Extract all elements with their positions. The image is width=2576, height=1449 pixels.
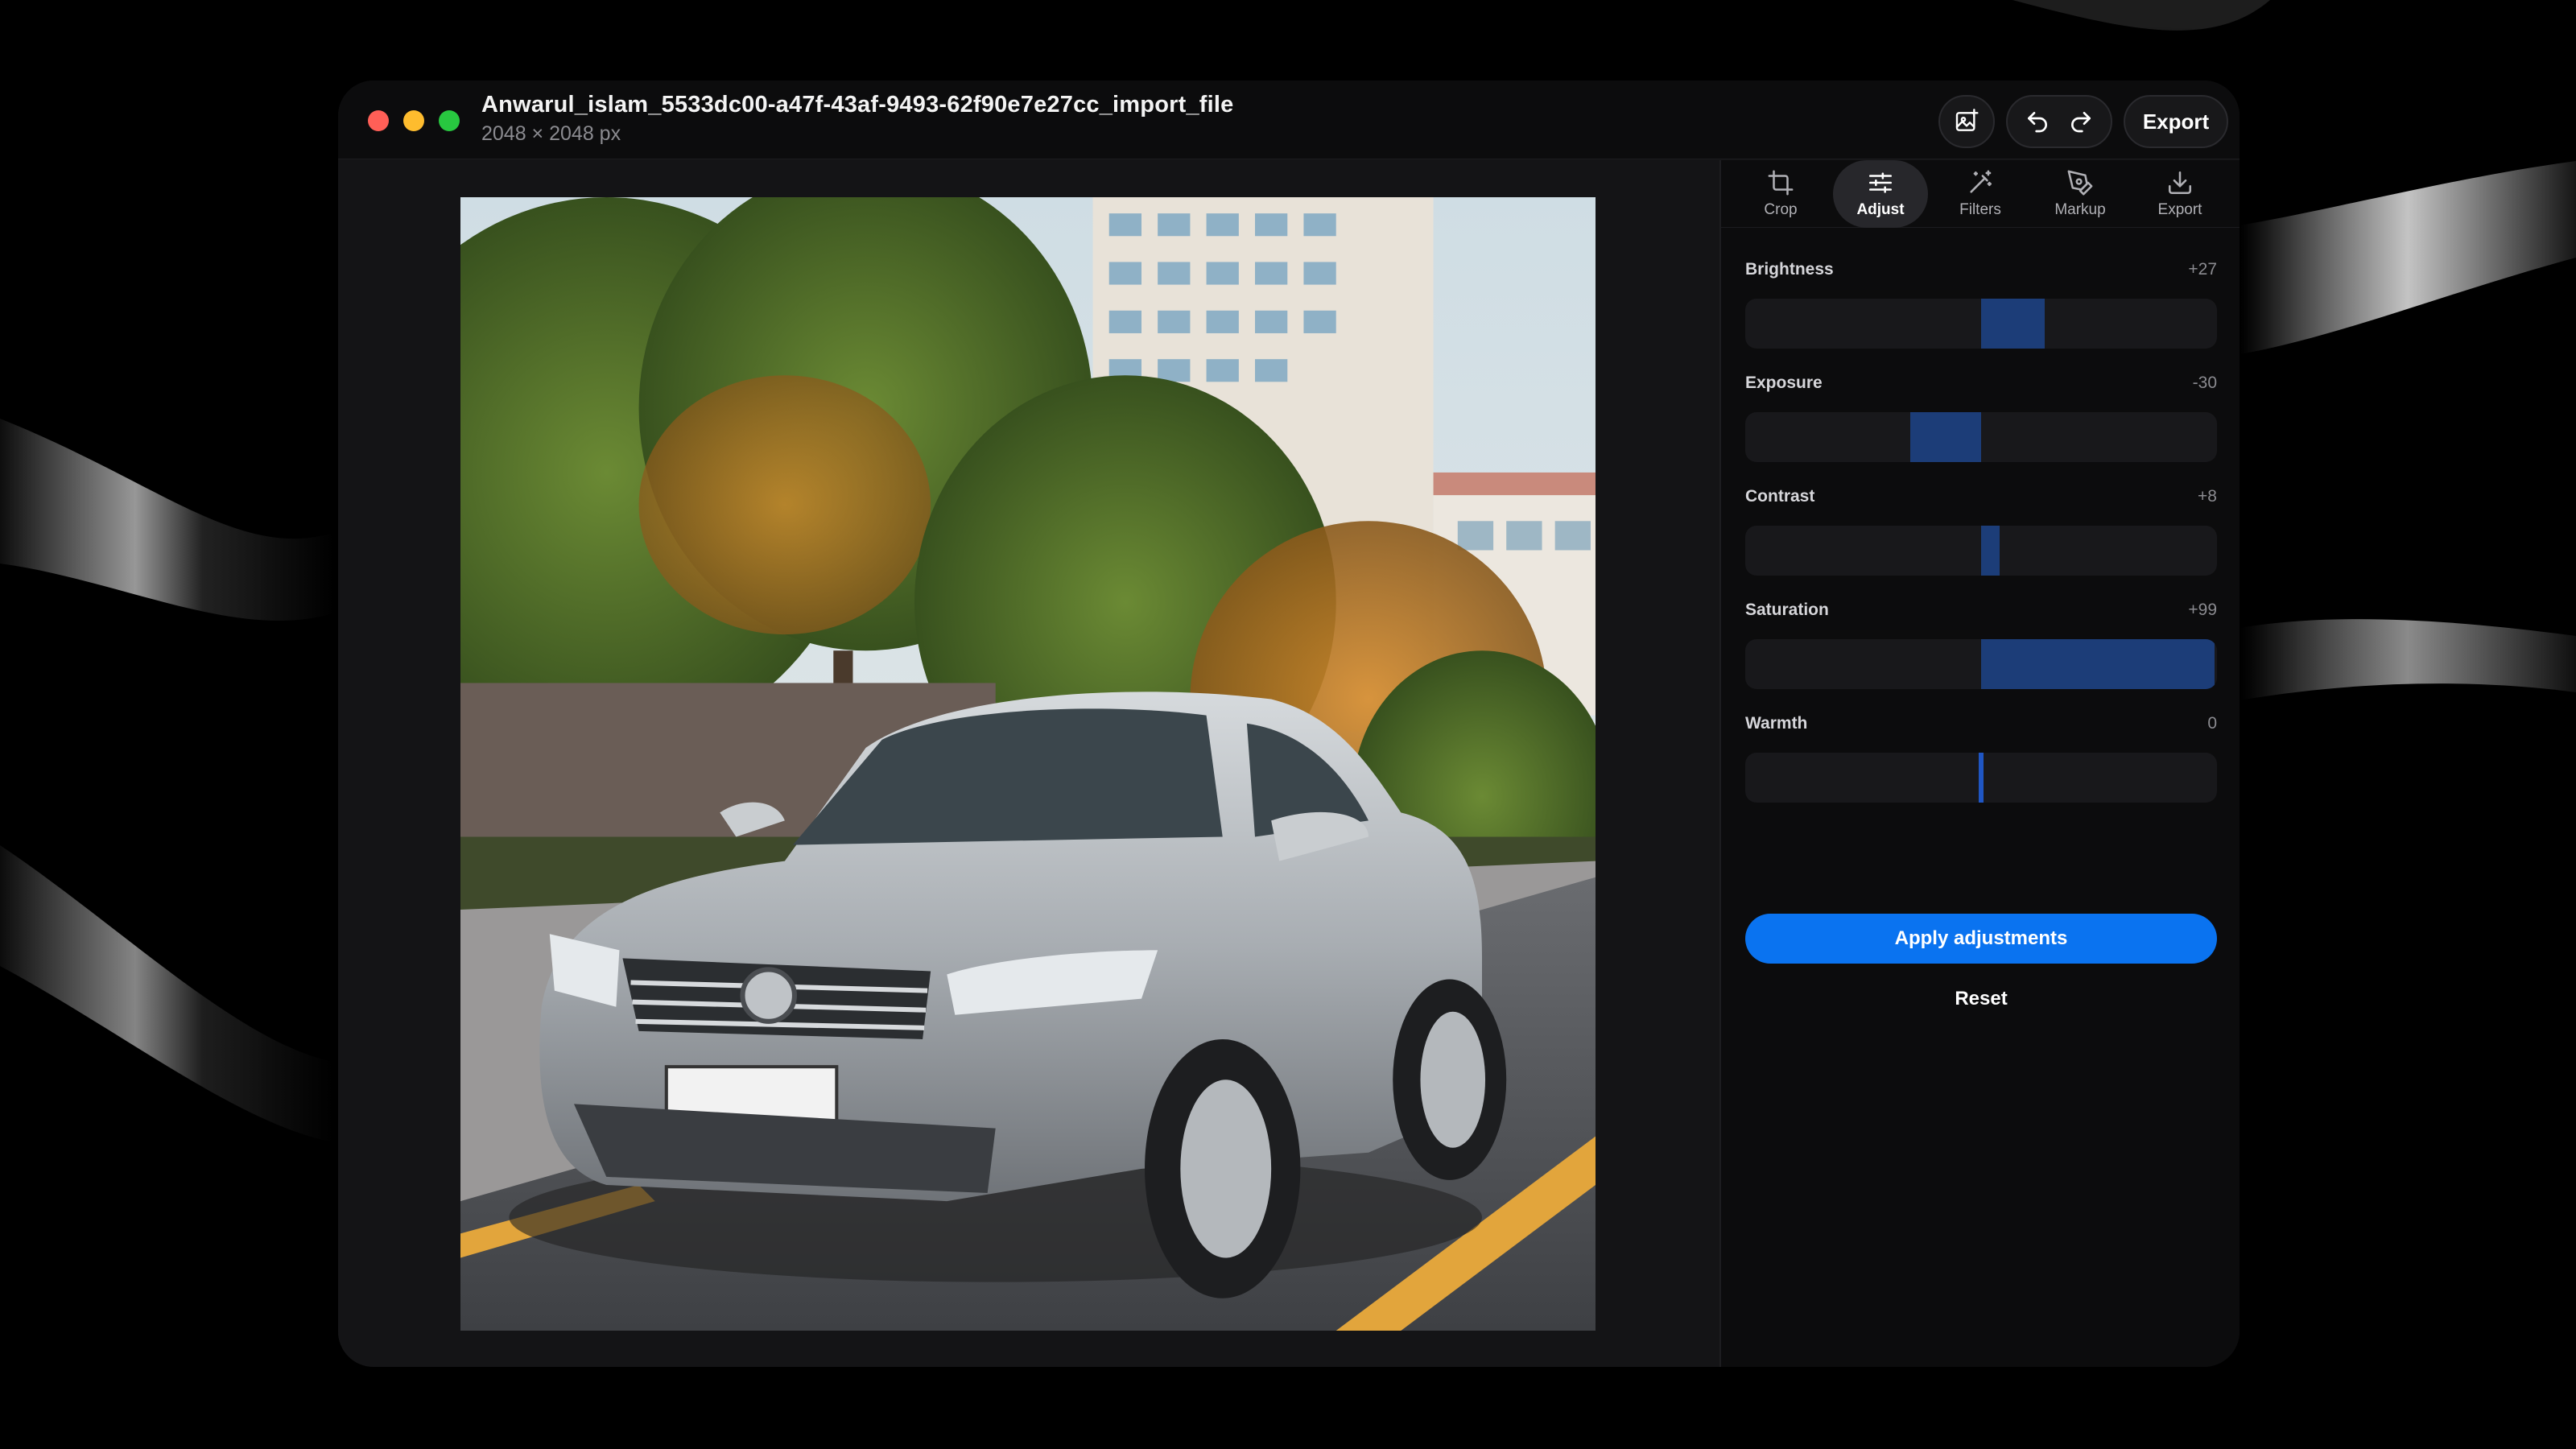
add-image-button[interactable] [1938, 95, 1995, 148]
export-button[interactable]: Export [2124, 95, 2228, 148]
adjustment-label: Warmth [1745, 714, 1808, 733]
car-photo-image [460, 197, 1596, 1331]
tab-label: Markup [2054, 200, 2106, 218]
magic-wand-icon [1970, 170, 1992, 193]
tab-export[interactable]: Export [2132, 160, 2227, 228]
contrast-slider[interactable] [1745, 526, 2217, 576]
canvas-area [338, 160, 1719, 1367]
warmth-slider[interactable] [1745, 753, 2217, 803]
pen-icon [2067, 170, 2093, 195]
history-controls [2006, 95, 2112, 148]
photo-preview [460, 197, 1596, 1331]
adjustment-warmth: Warmth 0 [1721, 703, 2240, 816]
tab-label: Filters [1959, 200, 2001, 218]
adjustment-label: Saturation [1745, 601, 1829, 619]
window-controls [368, 110, 460, 131]
adjustment-value: 0 [2207, 714, 2217, 733]
tab-adjust[interactable]: Adjust [1833, 159, 1928, 228]
adjustment-saturation: Saturation +99 [1721, 589, 2240, 703]
apply-adjustments-button[interactable]: Apply adjustments [1745, 914, 2217, 964]
slider-fill [1981, 299, 2046, 349]
adjustment-value: +8 [2198, 487, 2217, 506]
tab-filters[interactable]: Filters [1933, 160, 2028, 228]
adjust-panel: Crop Adjust Filters Markup Export Bright… [1719, 159, 2240, 1367]
brightness-slider[interactable] [1745, 299, 2217, 349]
file-name: Anwarul_islam_5533dc00-a47f-43af-9493-62… [481, 92, 1234, 118]
reset-button[interactable]: Reset [1745, 975, 2217, 1023]
redo-icon[interactable] [2068, 109, 2094, 134]
adjustment-label: Contrast [1745, 487, 1815, 506]
add-image-icon [1955, 109, 1979, 131]
exposure-slider[interactable] [1745, 412, 2217, 462]
tab-label: Crop [1764, 200, 1798, 218]
adjustment-value: +99 [2188, 601, 2217, 619]
adjustment-brightness: Brightness +27 [1721, 249, 2240, 362]
tool-tabs: Crop Adjust Filters Markup Export [1721, 159, 2240, 228]
undo-icon[interactable] [2025, 109, 2050, 134]
download-icon [2168, 171, 2192, 194]
adjustment-contrast: Contrast +8 [1721, 476, 2240, 589]
minimize-window-button[interactable] [403, 110, 424, 131]
tab-label: Adjust [1856, 200, 1905, 218]
image-dimensions: 2048 × 2048 px [481, 122, 621, 145]
title-bar: Anwarul_islam_5533dc00-a47f-43af-9493-62… [338, 80, 2240, 159]
adjustment-exposure: Exposure -30 [1721, 362, 2240, 476]
saturation-slider[interactable] [1745, 639, 2217, 689]
slider-center-mark [1979, 753, 1984, 803]
maximize-window-button[interactable] [439, 110, 460, 131]
adjustment-value: -30 [2192, 374, 2217, 392]
slider-fill [1910, 412, 1981, 462]
tab-label: Export [2157, 200, 2202, 218]
adjustment-value: +27 [2188, 260, 2217, 279]
editor-window: Anwarul_islam_5533dc00-a47f-43af-9493-62… [338, 80, 2240, 1367]
adjustment-list: Brightness +27 Exposure -30 Contrast +8 … [1721, 249, 2240, 816]
sliders-icon [1868, 171, 1893, 193]
tab-markup[interactable]: Markup [2033, 160, 2128, 228]
adjustment-label: Brightness [1745, 260, 1834, 279]
close-window-button[interactable] [368, 110, 389, 131]
tab-crop[interactable]: Crop [1733, 160, 1828, 228]
slider-fill [1981, 639, 2215, 689]
slider-fill [1981, 526, 2000, 576]
crop-icon [1768, 170, 1794, 195]
adjustment-label: Exposure [1745, 374, 1823, 392]
